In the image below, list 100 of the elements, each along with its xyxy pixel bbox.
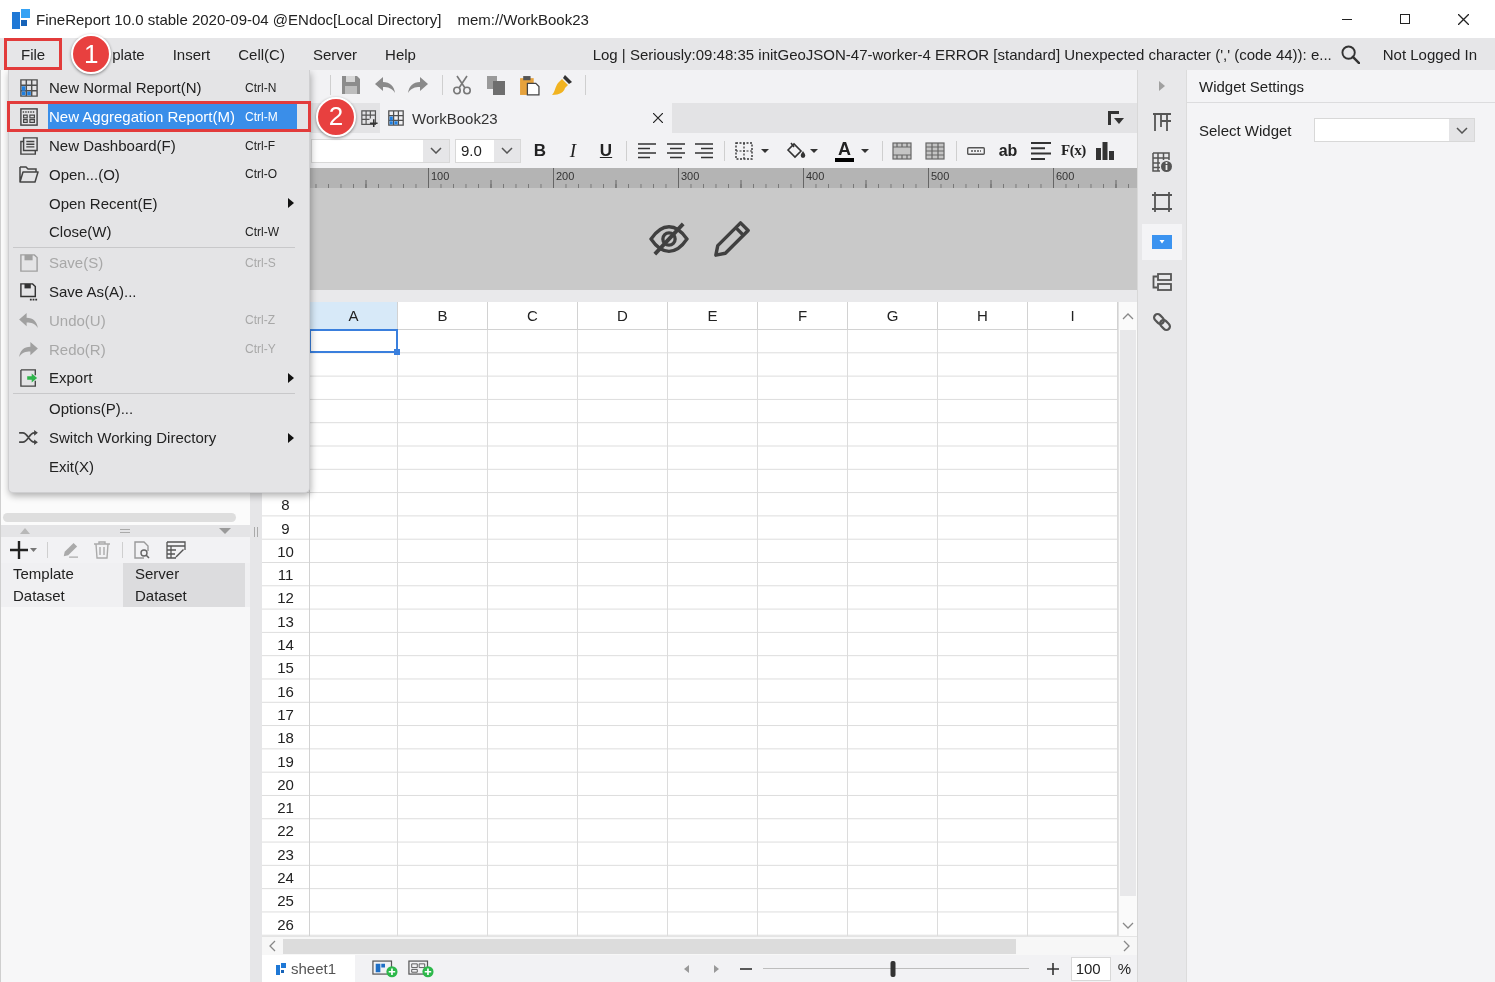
- column-header[interactable]: I: [1028, 302, 1118, 330]
- copy-icon[interactable]: [486, 75, 506, 95]
- row-number[interactable]: 11: [262, 563, 309, 587]
- menu-bar-item[interactable]: Insert: [158, 38, 225, 70]
- scissors-icon[interactable]: [452, 75, 472, 95]
- search-icon[interactable]: [1340, 44, 1360, 64]
- fill-handle[interactable]: [394, 349, 400, 356]
- zoom-field[interactable]: 100: [1070, 956, 1111, 981]
- text-style-button[interactable]: U: [595, 138, 617, 163]
- plus-icon[interactable]: [10, 541, 28, 559]
- row-number[interactable]: 22: [262, 819, 309, 843]
- scroll-thumb[interactable]: [283, 938, 1017, 954]
- row-number[interactable]: 19: [262, 749, 309, 773]
- side-tool-button[interactable]: [1142, 224, 1182, 260]
- column-header[interactable]: D: [578, 302, 668, 330]
- slider-thumb[interactable]: [890, 960, 896, 977]
- triangle-down-icon[interactable]: [219, 528, 231, 534]
- menu-item[interactable]: Close(W) Ctrl-W: [48, 218, 297, 245]
- column-header[interactable]: C: [488, 302, 578, 330]
- close-icon[interactable]: [653, 113, 663, 123]
- pencil-icon[interactable]: [713, 220, 751, 258]
- column-header[interactable]: G: [848, 302, 938, 330]
- row-number[interactable]: 16: [262, 679, 309, 703]
- row-number[interactable]: 17: [262, 702, 309, 727]
- split-cells-icon[interactable]: [925, 141, 945, 160]
- triangle-right-icon[interactable]: [713, 964, 719, 973]
- align-center-icon[interactable]: [667, 142, 685, 159]
- chevron-left-icon[interactable]: [269, 940, 276, 952]
- vertical-scrollbar[interactable]: [1118, 302, 1137, 936]
- menu-bar-item[interactable]: Cell(C): [224, 38, 299, 70]
- row-number[interactable]: 15: [262, 656, 309, 680]
- triangle-right-icon[interactable]: [1159, 81, 1165, 91]
- paint-bucket-icon[interactable]: [786, 141, 806, 160]
- row-number[interactable]: 18: [262, 726, 309, 750]
- horizontal-scrollbar[interactable]: [262, 936, 1137, 955]
- chevron-right-icon[interactable]: [1123, 940, 1130, 952]
- row-number[interactable]: 10: [262, 539, 309, 563]
- dataset-tab[interactable]: Server Dataset: [123, 563, 245, 607]
- horizontal-scrollbar[interactable]: [3, 513, 236, 522]
- menu-item[interactable]: Exit(X): [48, 453, 297, 480]
- menu-item[interactable]: Export: [48, 364, 297, 391]
- triangle-left-icon[interactable]: [683, 964, 689, 973]
- plus-icon[interactable]: [1046, 962, 1059, 975]
- caret-down-icon[interactable]: [810, 148, 818, 153]
- merge-cells-icon[interactable]: [892, 141, 912, 160]
- row-number[interactable]: 20: [262, 772, 309, 796]
- menu-item[interactable]: Options(P)...: [48, 395, 297, 422]
- sheet-plus-icon[interactable]: [372, 959, 398, 978]
- text-style-button[interactable]: B: [529, 138, 551, 163]
- undo-icon[interactable]: [375, 77, 395, 93]
- eye-slash-icon[interactable]: [648, 222, 690, 256]
- chevron-up-icon[interactable]: [1122, 312, 1134, 320]
- row-number[interactable]: 8: [262, 493, 309, 517]
- font-color-button[interactable]: A: [835, 139, 854, 162]
- menu-bar-item[interactable]: File: [4, 38, 63, 70]
- row-number[interactable]: 25: [262, 889, 309, 913]
- font-size-field[interactable]: 9.0: [455, 138, 521, 163]
- text-field-icon[interactable]: [967, 146, 985, 155]
- row-number[interactable]: 21: [262, 795, 309, 820]
- row-number[interactable]: 26: [262, 912, 309, 936]
- row-number[interactable]: 23: [262, 842, 309, 866]
- text-lines-icon[interactable]: [1031, 141, 1051, 160]
- formula-button[interactable]: F(x): [1061, 138, 1086, 163]
- border-icon[interactable]: [735, 141, 753, 160]
- panel-plus-icon[interactable]: [408, 959, 434, 978]
- font-name-field[interactable]: [311, 138, 450, 163]
- menu-item[interactable]: Open...(O) Ctrl-O: [48, 161, 297, 188]
- row-number[interactable]: 12: [262, 586, 309, 610]
- row-number[interactable]: 24: [262, 865, 309, 890]
- text-widget-button[interactable]: ab: [997, 138, 1019, 163]
- menu-item[interactable]: Open Recent(E): [48, 190, 297, 217]
- floppy-icon[interactable]: [341, 75, 361, 95]
- menu-bar-item[interactable]: plate: [111, 38, 159, 70]
- menu-bar-item[interactable]: Help: [371, 38, 430, 70]
- align-right-icon[interactable]: [695, 142, 713, 159]
- cell-grid[interactable]: [310, 330, 1118, 936]
- chevron-down-icon[interactable]: [1122, 921, 1134, 929]
- list-dropdown-icon[interactable]: [1108, 111, 1124, 125]
- caret-down-icon[interactable]: [861, 148, 869, 153]
- caret-down-icon[interactable]: [761, 148, 769, 153]
- document-search-icon[interactable]: [134, 541, 150, 559]
- brush-icon[interactable]: [552, 75, 572, 95]
- column-header[interactable]: F: [758, 302, 848, 330]
- minus-icon[interactable]: [739, 967, 752, 970]
- text-style-button[interactable]: I: [562, 138, 584, 163]
- table-edit-icon[interactable]: [166, 541, 186, 559]
- bar-chart-icon[interactable]: [1095, 141, 1114, 160]
- sheet-tab[interactable]: sheet1: [262, 955, 355, 982]
- scroll-thumb[interactable]: [1120, 330, 1136, 897]
- login-status[interactable]: Not Logged In: [1382, 45, 1477, 63]
- column-header[interactable]: A: [310, 302, 398, 330]
- row-number[interactable]: 14: [262, 632, 309, 657]
- row-number[interactable]: 9: [262, 516, 309, 540]
- menu-item[interactable]: Switch Working Directory: [48, 424, 297, 451]
- grid-plus-icon[interactable]: [361, 109, 378, 127]
- clipboard-icon[interactable]: [519, 74, 540, 96]
- grip-icon[interactable]: [254, 527, 258, 537]
- grip-icon[interactable]: [119, 529, 130, 533]
- menu-item[interactable]: Save As(A)...: [48, 278, 297, 305]
- menu-item[interactable]: New Dashboard(F) Ctrl-F: [48, 132, 297, 159]
